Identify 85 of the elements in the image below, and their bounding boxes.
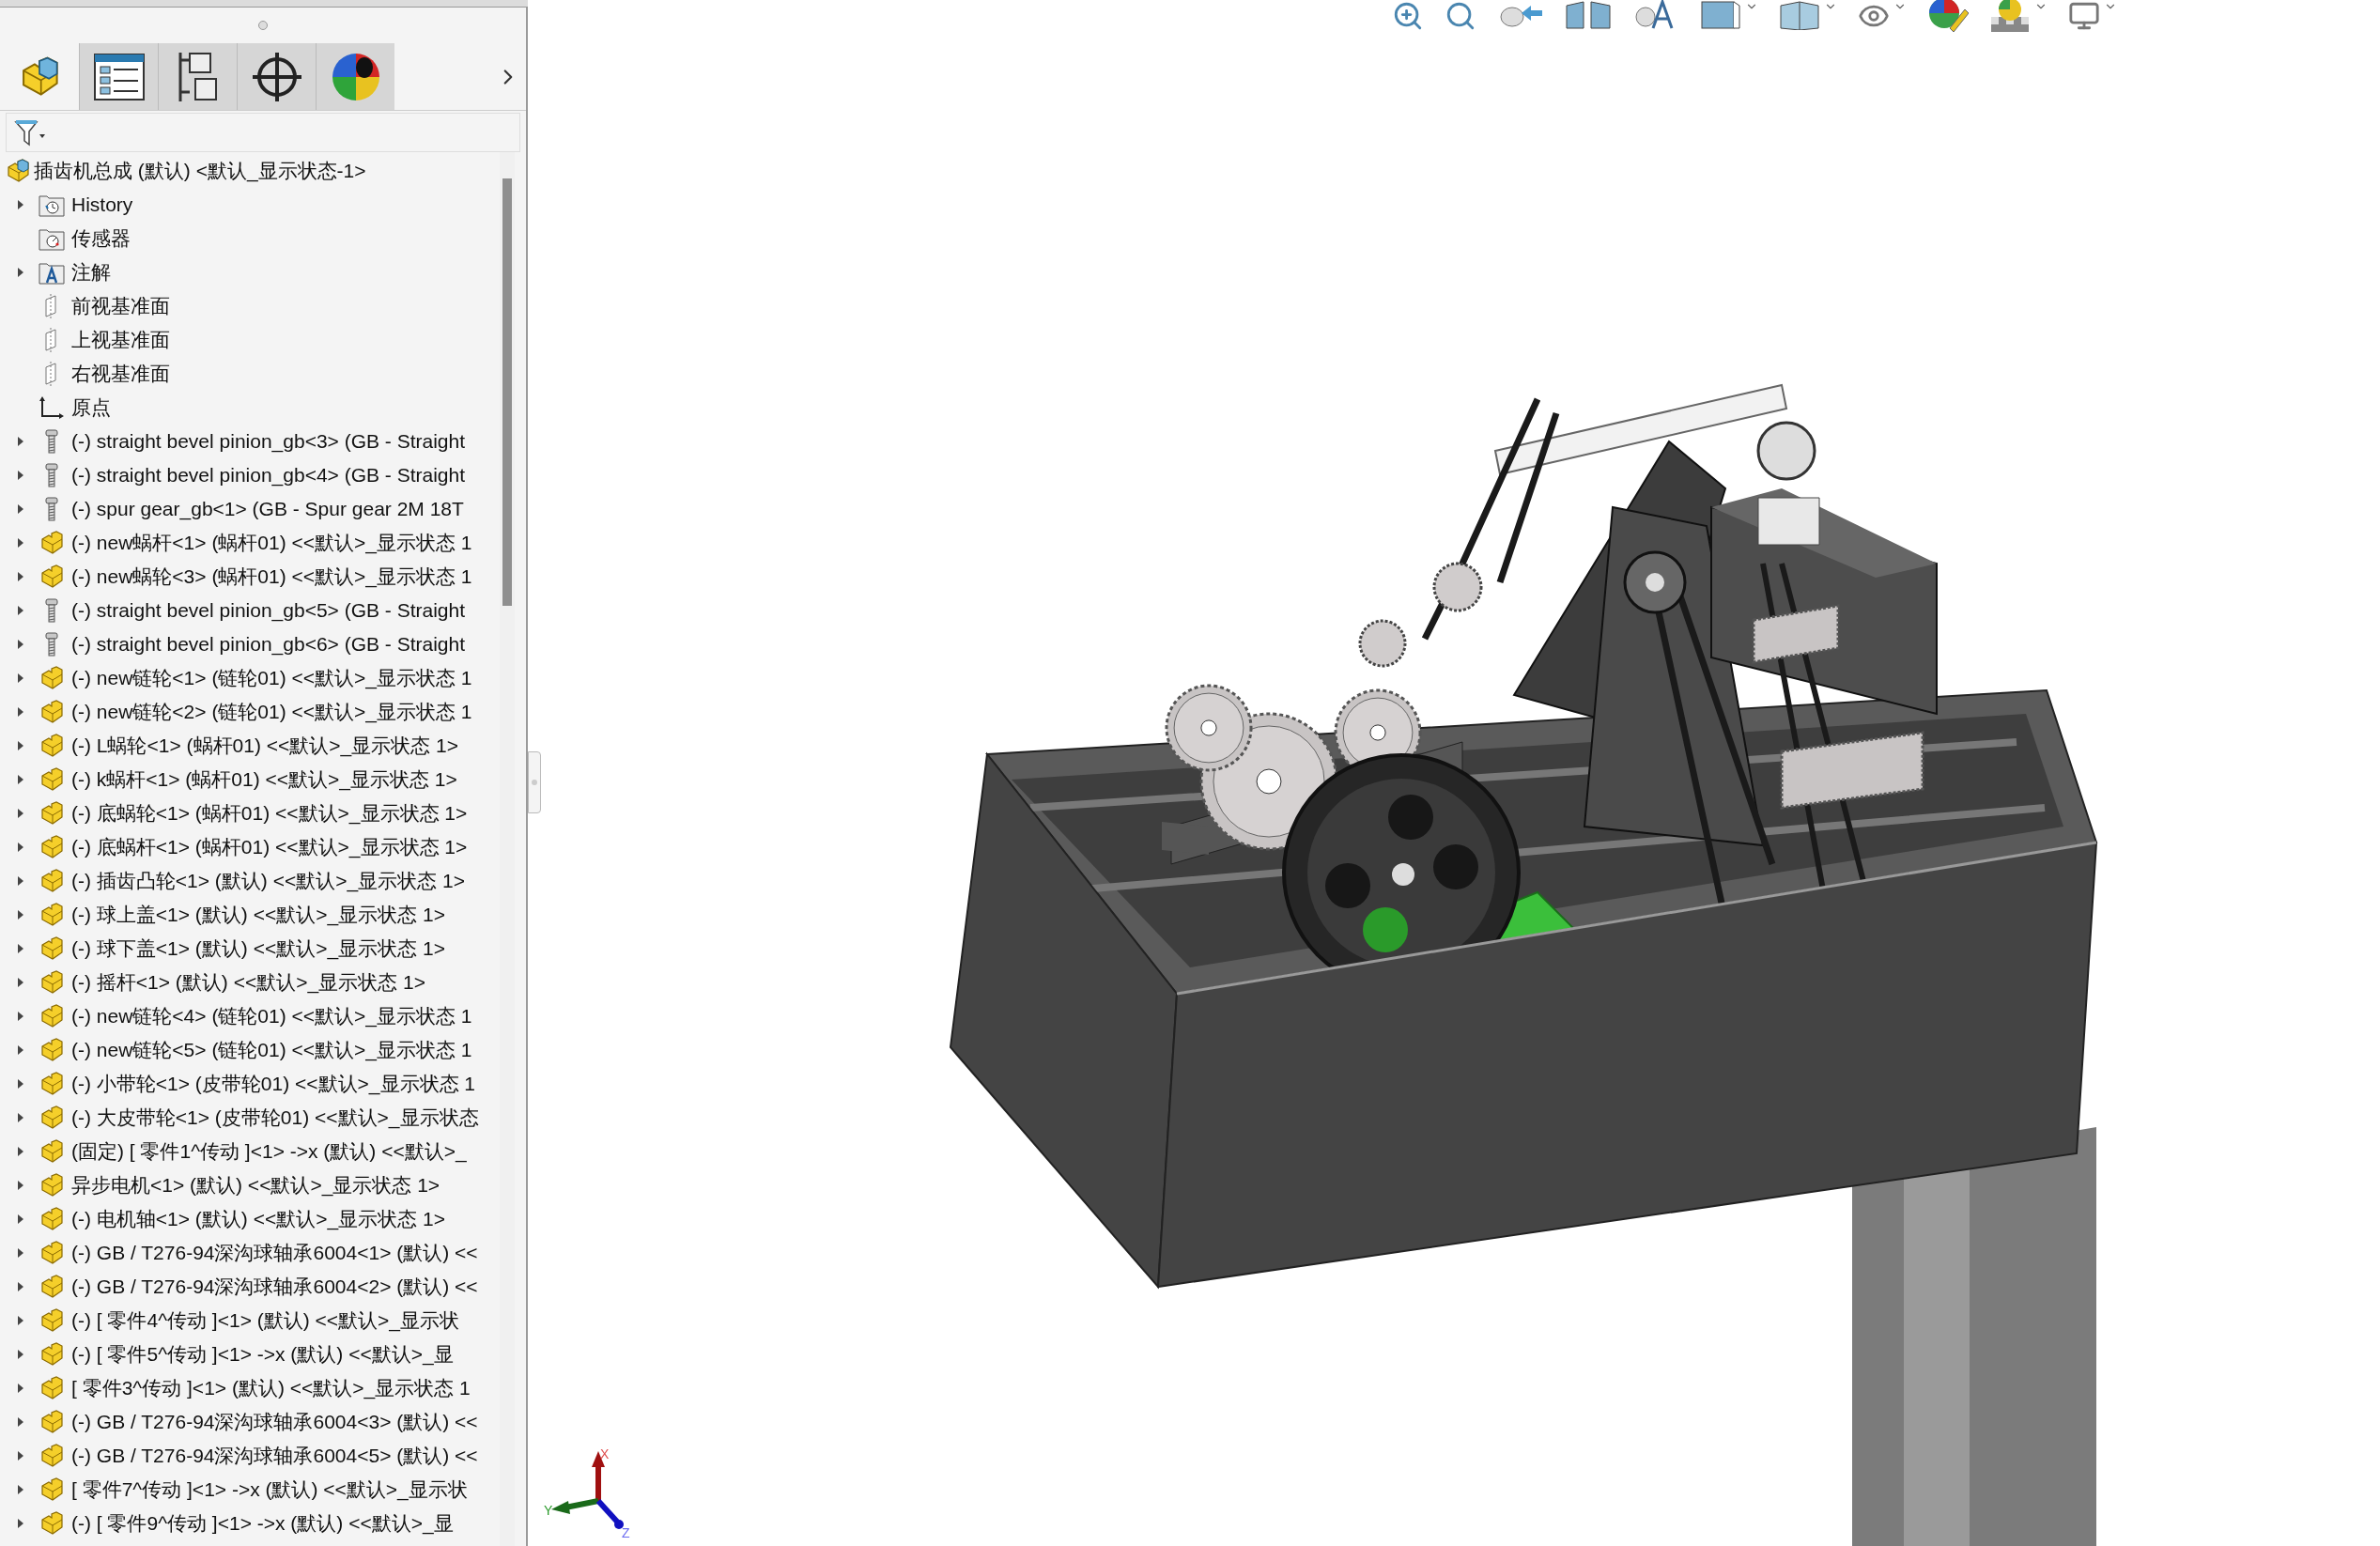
tree-item-label: (-) 球下盖<1> (默认) <<默认>_显示状态 1> [71,936,445,962]
tree-item[interactable]: (-) GB / T276-94深沟球轴承6004<3> (默认) << [0,1405,500,1439]
tree-item-label: (-) 小带轮<1> (皮带轮01) <<默认>_显示状态 1 [71,1072,476,1097]
tree-item-label: (-) straight bevel pinion_gb<3> (GB - Straight [71,429,466,455]
tree-item-label: (-) new链轮<2> (链轮01) <<默认>_显示状态 1 [71,700,472,725]
tree-item-label: (-) straight bevel pinion_gb<6> (GB - Straight [71,632,466,657]
tree-item[interactable]: (-) [ 零件4^传动 ]<1> (默认) <<默认>_显示状 [0,1304,500,1337]
tree-item-label: (-) 摇杆<1> (默认) <<默认>_显示状态 1> [71,970,425,996]
tree-item[interactable]: 注解 [0,255,500,289]
tree-item[interactable]: (-) new链轮<5> (链轮01) <<默认>_显示状态 1 [0,1033,500,1067]
tree-item[interactable]: (-) new蜗轮<3> (蜗杆01) <<默认>_显示状态 1 [0,560,500,594]
tree-item[interactable]: (-) new蜗杆<1> (蜗杆01) <<默认>_显示状态 1 [0,526,500,560]
tree-item[interactable]: (-) [ 零件9^传动 ]<1> ->x (默认) <<默认>_显 [0,1507,500,1540]
axis-label: Y [544,1502,553,1520]
tree-item[interactable]: (-) 电机轴<1> (默认) <<默认>_显示状态 1> [0,1202,500,1236]
tree-item[interactable]: (-) 小带轮<1> (皮带轮01) <<默认>_显示状态 1 [0,1067,500,1101]
tree-item[interactable]: (-) 摇杆<1> (默认) <<默认>_显示状态 1> [0,966,500,999]
tree-item[interactable]: [ 零件7^传动 ]<1> ->x (默认) <<默认>_显示状 [0,1473,500,1507]
tree-item[interactable]: 传感器 [0,222,500,255]
tree-item-label: (-) L蜗轮<1> (蜗杆01) <<默认>_显示状态 1> [71,734,458,759]
tree-item-label: 异步电机<1> (默认) <<默认>_显示状态 1> [71,1173,440,1198]
tree-item-label: (-) new蜗轮<3> (蜗杆01) <<默认>_显示状态 1 [71,564,472,590]
axis-label: X [600,1446,610,1463]
tree-item-label: [ 零件7^传动 ]<1> ->x (默认) <<默认>_显示状 [71,1477,468,1503]
tree-item[interactable]: [ 零件3^传动 ]<1> (默认) <<默认>_显示状态 1 [0,1371,500,1405]
tree-root[interactable]: 插齿机总成 (默认) <默认_显示状态-1> [0,154,500,188]
tree-item[interactable]: (-) GB / T276-94深沟球轴承6004<2> (默认) << [0,1270,500,1304]
tree-item-label: (固定) [ 零件1^传动 ]<1> ->x (默认) <<默认>_ [71,1139,467,1165]
tree-item-label: (-) GB / T276-94深沟球轴承6004<2> (默认) << [71,1275,478,1300]
tree-item-label: (-) straight bevel pinion_gb<4> (GB - Straight [71,463,466,488]
tree-item-label: 右视基准面 [71,362,170,387]
tree-item[interactable]: (-) spur gear_gb<1> (GB - Spur gear 2M 18T [0,492,500,526]
tree-item-label: (-) k蜗杆<1> (蜗杆01) <<默认>_显示状态 1> [71,767,457,793]
tree-item[interactable]: (-) 插齿凸轮<1> (默认) <<默认>_显示状态 1> [0,864,500,898]
tree-item-label: (-) 大皮带轮<1> (皮带轮01) <<默认>_显示状态 [71,1105,479,1131]
tree-item-label: (-) spur gear_gb<1> (GB - Spur gear 2M 18T [71,497,464,522]
tree-item-label: (-) straight bevel pinion_gb<5> (GB - Straight [71,598,466,624]
tree-item[interactable]: 前视基准面 [0,289,500,323]
tree-item-label: (-) new链轮<1> (链轮01) <<默认>_显示状态 1 [71,666,472,691]
tree-item[interactable]: (-) straight bevel pinion_gb<3> (GB - Straight [0,425,500,458]
tree-item[interactable]: (-) straight bevel pinion_gb<6> (GB - Straight [0,627,500,661]
tree-item[interactable]: 原点 [0,391,500,425]
tree-item[interactable]: (-) straight bevel pinion_gb<4> (GB - Straight [0,458,500,492]
tree-item-label: (-) new链轮<4> (链轮01) <<默认>_显示状态 1 [71,1004,472,1029]
tree-item[interactable]: 上视基准面 [0,323,500,357]
tree-item[interactable]: History [0,188,500,222]
tree-item-label: (-) 插齿凸轮<1> (默认) <<默认>_显示状态 1> [71,869,465,894]
tree-item-label: (-) 底蜗杆<1> (蜗杆01) <<默认>_显示状态 1> [71,835,468,860]
tree-item-label: (-) new蜗杆<1> (蜗杆01) <<默认>_显示状态 1 [71,531,472,556]
axis-label: Z [622,1524,630,1542]
tree-item[interactable]: (-) new链轮<4> (链轮01) <<默认>_显示状态 1 [0,999,500,1033]
tree-item[interactable]: (固定) [ 零件1^传动 ]<1> ->x (默认) <<默认>_ [0,1135,500,1168]
tree-item[interactable]: (-) 底蜗杆<1> (蜗杆01) <<默认>_显示状态 1> [0,830,500,864]
tree-item[interactable]: (-) new链轮<1> (链轮01) <<默认>_显示状态 1 [0,661,500,695]
tree-item[interactable]: (-) straight bevel pinion_gb<5> (GB - Straight [0,594,500,627]
tree-item-label: [ 零件3^传动 ]<1> (默认) <<默认>_显示状态 1 [71,1376,471,1401]
tree-item-label: (-) GB / T276-94深沟球轴承6004<5> (默认) << [71,1444,478,1469]
tree-item-label: 注解 [71,260,111,286]
tree-item-label: 前视基准面 [71,294,170,319]
tree-item[interactable]: (-) 球上盖<1> (默认) <<默认>_显示状态 1> [0,898,500,932]
tree-item[interactable]: (-) k蜗杆<1> (蜗杆01) <<默认>_显示状态 1> [0,763,500,796]
tree-item-label: (-) [ 零件5^传动 ]<1> ->x (默认) <<默认>_显 [71,1342,454,1368]
tree-item[interactable]: (-) new链轮<2> (链轮01) <<默认>_显示状态 1 [0,695,500,729]
tree-item[interactable]: (-) L蜗轮<1> (蜗杆01) <<默认>_显示状态 1> [0,729,500,763]
tree-item-label: (-) new链轮<5> (链轮01) <<默认>_显示状态 1 [71,1038,472,1063]
tree-item-label: 传感器 [71,226,131,252]
tree-item-label: (-) 电机轴<1> (默认) <<默认>_显示状态 1> [71,1207,445,1232]
tree-item[interactable]: (-) 大皮带轮<1> (皮带轮01) <<默认>_显示状态 [0,1101,500,1135]
tree-item-label: 原点 [71,395,111,421]
tree-item-label: (-) GB / T276-94深沟球轴承6004<3> (默认) << [71,1410,478,1435]
tree-item-label: (-) GB / T276-94深沟球轴承6004<1> (默认) << [71,1241,478,1266]
tree-item[interactable]: 异步电机<1> (默认) <<默认>_显示状态 1> [0,1168,500,1202]
tree-item-label: History [71,193,133,218]
tree-item-label: (-) 球上盖<1> (默认) <<默认>_显示状态 1> [71,903,445,928]
tree-item-label: (-) 底蜗轮<1> (蜗杆01) <<默认>_显示状态 1> [71,801,468,827]
tree-item-label: (-) [ 零件9^传动 ]<1> ->x (默认) <<默认>_显 [71,1511,454,1537]
tree-item[interactable]: (-) 底蜗轮<1> (蜗杆01) <<默认>_显示状态 1> [0,796,500,830]
tree-root-label: 插齿机总成 (默认) <默认_显示状态-1> [34,159,366,184]
tree-item-label: (-) [ 零件4^传动 ]<1> (默认) <<默认>_显示状 [71,1308,460,1334]
tree-item[interactable]: (-) GB / T276-94深沟球轴承6004<1> (默认) << [0,1236,500,1270]
tree-item-label: 上视基准面 [71,328,170,353]
tree-item[interactable]: (-) 球下盖<1> (默认) <<默认>_显示状态 1> [0,932,500,966]
tree-item[interactable]: (-) [ 零件5^传动 ]<1> ->x (默认) <<默认>_显 [0,1337,500,1371]
tree-item[interactable]: (-) GB / T276-94深沟球轴承6004<5> (默认) << [0,1439,500,1473]
tree-item[interactable]: 右视基准面 [0,357,500,391]
